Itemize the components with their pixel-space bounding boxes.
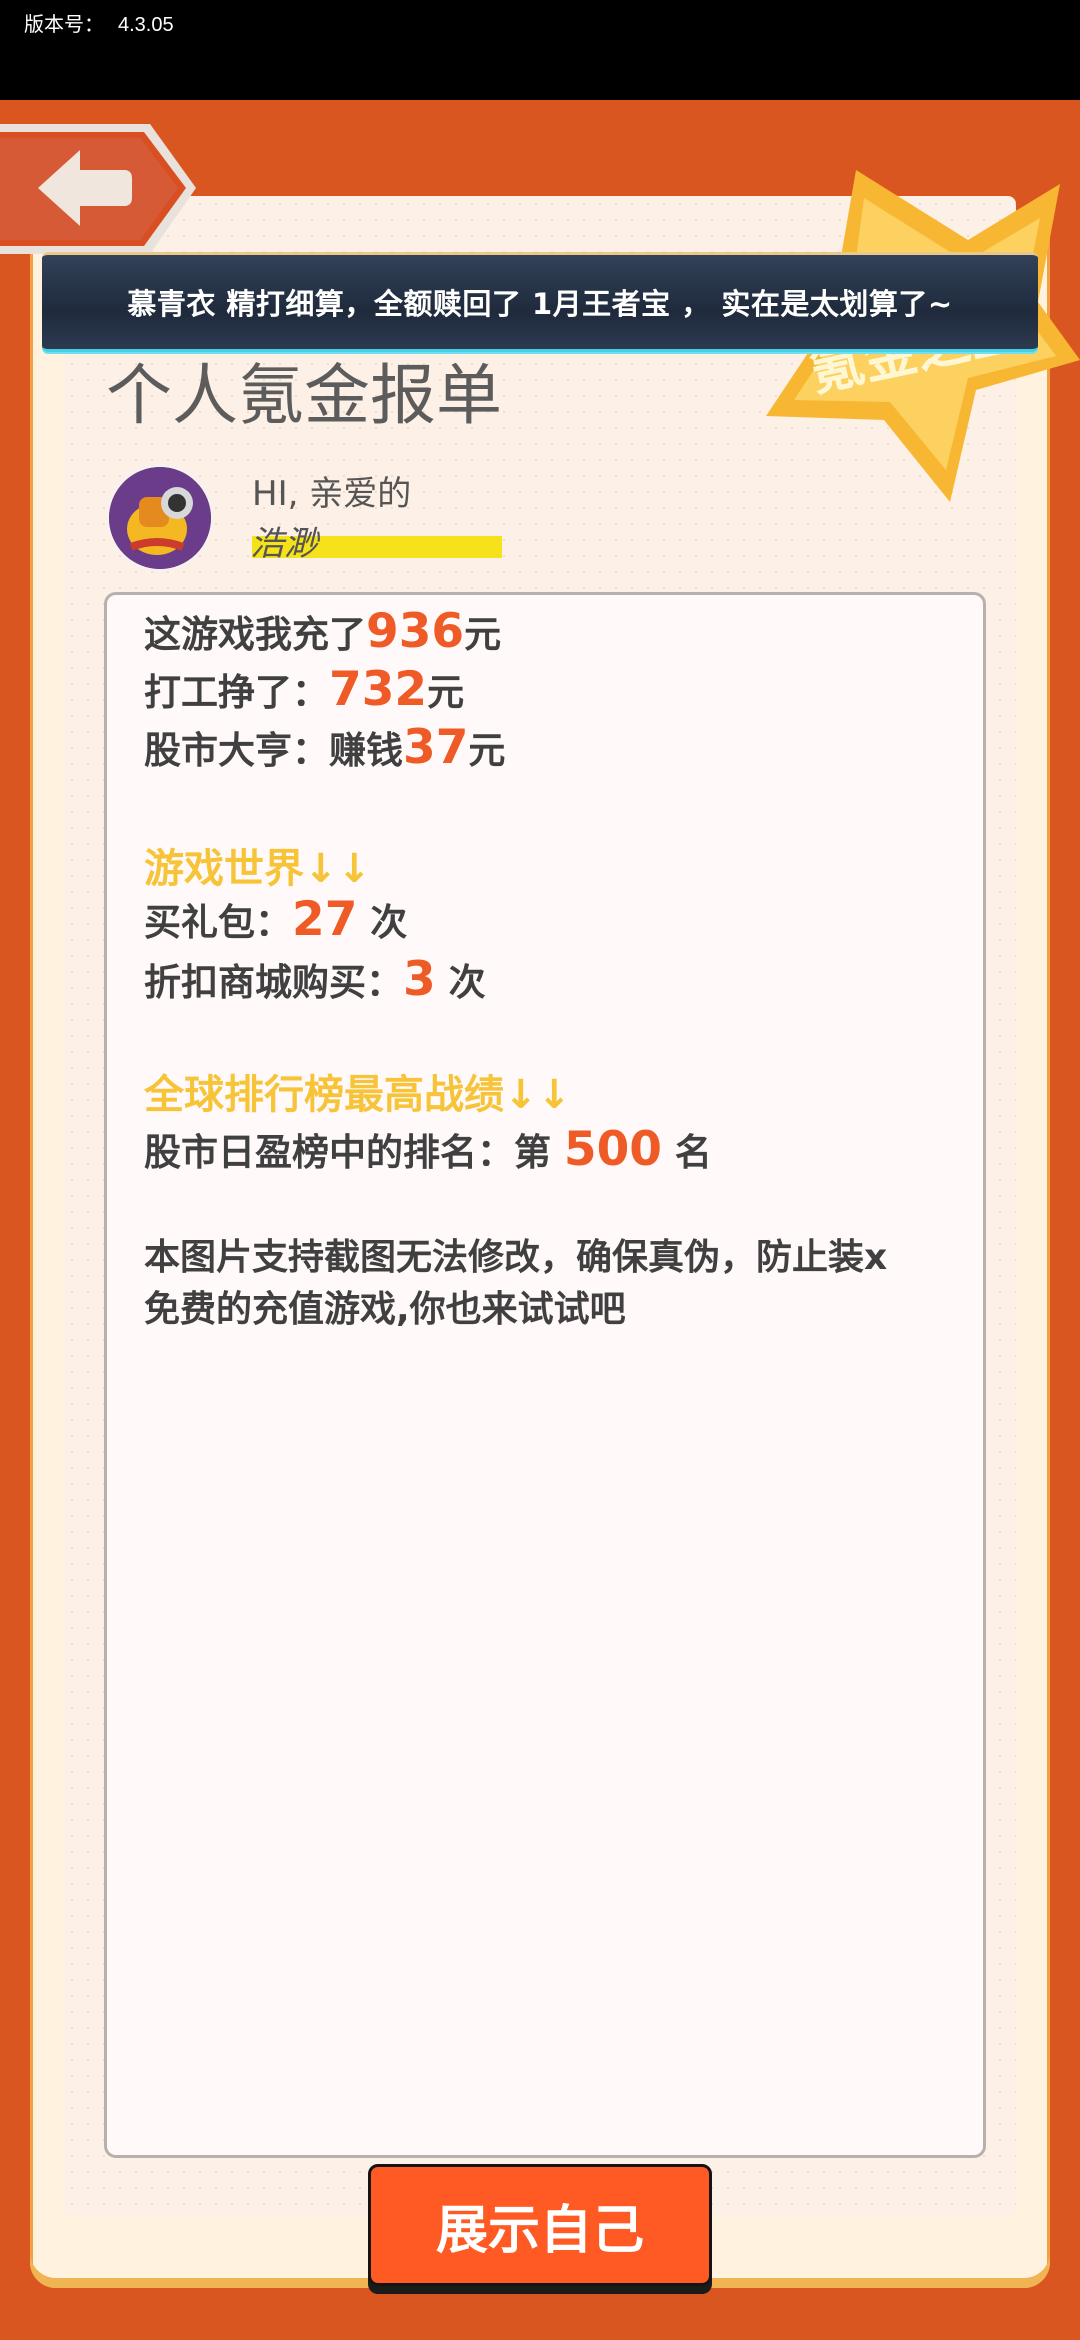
ranking-heading: 全球排行榜最高战绩↓↓ (144, 1072, 572, 1118)
stats-card (104, 592, 986, 2158)
notice-text: 慕青衣 精打细算，全额赎回了 1月王者宝 ， 实在是太划算了~ (127, 287, 953, 321)
stock-label: 股市大亨：赚钱 (144, 729, 403, 772)
note-line-2: 免费的充值游戏,你也来试试吧 (144, 1289, 626, 1330)
greeting-text: HI, 亲爱的 (252, 474, 412, 514)
username: 浩渺 (250, 524, 318, 564)
recharge-line: 这游戏我充了936元 (144, 604, 501, 659)
recharge-unit: 元 (464, 613, 502, 656)
ranking-label: 股市日盈榜中的排名：第 (144, 1131, 564, 1174)
show-self-button[interactable]: 展示自己 (368, 2164, 712, 2286)
work-label: 打工挣了： (144, 671, 329, 714)
recharge-label: 这游戏我充了 (144, 613, 366, 656)
work-amount: 732 (329, 662, 428, 717)
stock-amount: 37 (403, 720, 469, 775)
avatar-character-icon (109, 467, 211, 569)
ranking-unit: 名 (662, 1131, 712, 1174)
stock-unit: 元 (468, 729, 506, 772)
stock-line: 股市大亨：赚钱37元 (144, 720, 505, 775)
recharge-amount: 936 (366, 604, 465, 659)
version-value: 4.3.05 (118, 14, 174, 36)
version-label: 版本号： (24, 14, 104, 36)
gift-count: 27 (292, 892, 358, 947)
discount-label: 折扣商城购买： (144, 961, 403, 1004)
work-line: 打工挣了：732元 (144, 662, 464, 717)
discount-unit: 次 (435, 961, 486, 1004)
version-info: 版本号： 4.3.05 (24, 8, 188, 37)
ranking-line: 股市日盈榜中的排名：第 500 名 (144, 1122, 712, 1177)
page-title: 个人氪金报单 (106, 357, 502, 434)
ranking-value: 500 (563, 1122, 662, 1177)
avatar[interactable] (106, 464, 214, 572)
gift-line: 买礼包：27 次 (144, 892, 407, 947)
discount-count: 3 (403, 952, 436, 1007)
back-button[interactable] (0, 118, 196, 260)
gift-unit: 次 (357, 901, 408, 944)
game-world-heading: 游戏世界↓↓ (144, 846, 372, 892)
discount-line: 折扣商城购买：3 次 (144, 952, 486, 1007)
status-bar: 版本号： 4.3.05 (0, 0, 1080, 100)
notice-banner: 慕青衣 精打细算，全额赎回了 1月王者宝 ， 实在是太划算了~ (42, 252, 1038, 352)
note-line-1: 本图片支持截图无法修改，确保真伪，防止装x (144, 1237, 888, 1278)
gift-label: 买礼包： (144, 901, 292, 944)
note-text: 本图片支持截图无法修改，确保真伪，防止装x 免费的充值游戏,你也来试试吧 (144, 1232, 984, 1336)
work-unit: 元 (427, 671, 465, 714)
